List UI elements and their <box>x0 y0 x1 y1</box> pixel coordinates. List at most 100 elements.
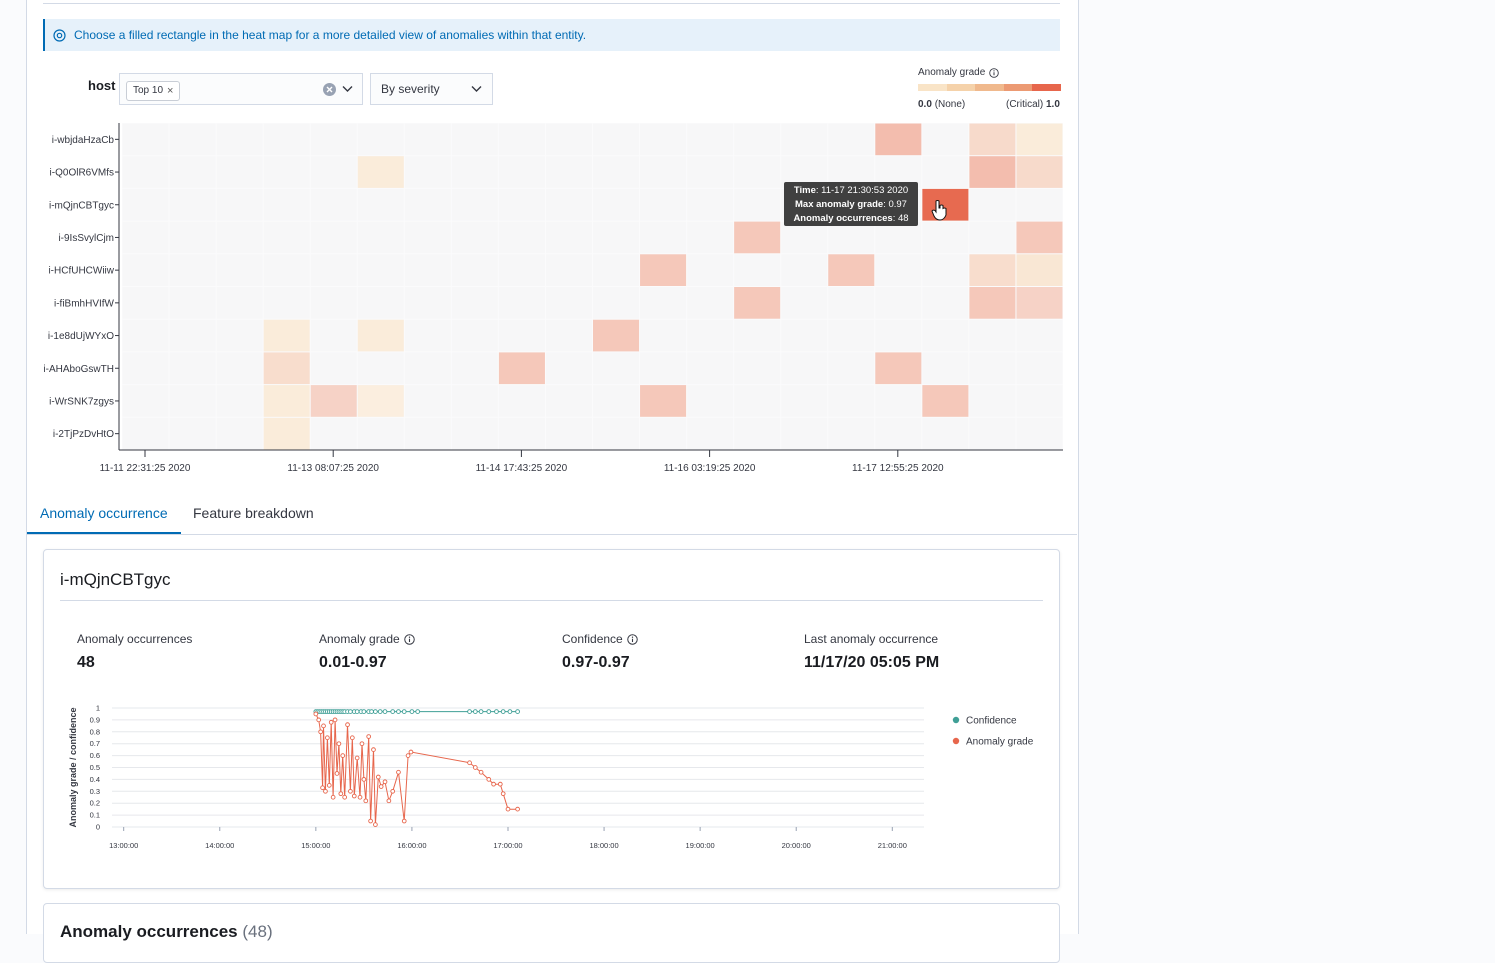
data-point <box>318 729 323 735</box>
host-label[interactable]: i-WrSNK7zgys <box>49 396 114 407</box>
heatmap-empty-cell <box>593 221 640 254</box>
heatmap-cell[interactable] <box>498 352 545 385</box>
stat-anomaly-occurrences: Anomaly occurrences 48 <box>77 632 192 672</box>
time-tick-label: 11-16 03:19:25 2020 <box>664 463 756 474</box>
heatmap-cell[interactable] <box>1016 254 1063 286</box>
data-point <box>325 735 330 741</box>
heatmap-empty-cell <box>545 287 592 319</box>
heatmap-cell[interactable] <box>875 352 922 385</box>
heatmap-cell[interactable] <box>263 385 310 417</box>
host-label[interactable]: i-wbjdaHzaCb <box>52 135 115 146</box>
host-label[interactable]: i-mQjnCBTgyc <box>49 200 114 211</box>
host-label[interactable]: i-9IsSvylCjm <box>58 233 114 244</box>
heatmap-empty-cell <box>640 221 687 254</box>
heatmap-empty-cell <box>687 352 734 385</box>
heatmap-cell[interactable] <box>969 254 1016 286</box>
heatmap-empty-cell <box>734 352 781 385</box>
heatmap-empty-cell <box>451 123 498 156</box>
heatmap-empty-cell <box>263 156 310 188</box>
data-point <box>401 709 407 714</box>
heatmap-empty-cell <box>169 417 216 450</box>
heatmap-empty-cell <box>404 123 451 156</box>
host-label[interactable]: i-1e8dUjWYxO <box>48 331 114 342</box>
heatmap-cell[interactable] <box>263 352 310 385</box>
heatmap-cell[interactable] <box>593 319 640 352</box>
heatmap-cell[interactable] <box>969 156 1016 188</box>
heatmap-cell[interactable] <box>357 319 404 352</box>
host-label[interactable]: i-AHAboGswTH <box>43 364 114 375</box>
heatmap-cell[interactable] <box>640 385 687 417</box>
tab-anomaly-occurrence[interactable]: Anomaly occurrence <box>27 500 181 534</box>
y-tick-label: 0.5 <box>90 763 100 772</box>
host-label[interactable]: i-2TjPzDvHtO <box>53 429 114 440</box>
data-point <box>323 788 328 794</box>
x-tick-label: 13:00:00 <box>109 841 138 850</box>
info-icon[interactable] <box>403 633 415 645</box>
heatmap-empty-cell <box>122 188 169 221</box>
tab-feature-breakdown[interactable]: Feature breakdown <box>180 500 327 534</box>
y-tick-label: 0.2 <box>90 799 100 808</box>
heatmap-cell[interactable] <box>640 254 687 286</box>
heatmap-empty-cell <box>216 221 263 254</box>
host-label[interactable]: i-Q0OlR6VMfs <box>50 168 114 179</box>
heatmap-empty-cell <box>593 156 640 188</box>
data-point <box>478 709 484 714</box>
heatmap-cell[interactable] <box>828 254 875 286</box>
x-tick-label: 15:00:00 <box>301 841 330 850</box>
heatmap-empty-cell <box>498 319 545 352</box>
heatmap-empty-cell <box>451 319 498 352</box>
heatmap-empty-cell <box>310 123 357 156</box>
data-point <box>363 798 369 804</box>
data-point <box>409 709 415 714</box>
heatmap-cell[interactable] <box>357 156 404 188</box>
heatmap-tooltip: Time: 11-17 21:30:53 2020 Max anomaly gra… <box>784 182 918 226</box>
data-point <box>386 798 392 804</box>
heatmap-empty-cell <box>122 352 169 385</box>
data-point <box>349 735 355 741</box>
time-tick-label: 11-13 08:07:25 2020 <box>287 463 379 474</box>
data-point <box>401 818 407 824</box>
data-point <box>500 791 506 797</box>
heatmap-empty-cell <box>687 287 734 319</box>
data-point <box>396 769 401 775</box>
heatmap-cell[interactable] <box>263 319 310 352</box>
data-point <box>396 709 401 714</box>
heatmap-empty-cell <box>922 319 969 352</box>
heatmap-empty-cell <box>781 385 828 417</box>
heatmap-cell[interactable] <box>263 417 310 450</box>
heatmap-empty-cell <box>451 156 498 188</box>
heatmap-empty-cell <box>828 352 875 385</box>
heatmap-cell[interactable] <box>1016 221 1063 254</box>
heatmap-empty-cell <box>498 254 545 286</box>
data-point <box>316 717 322 723</box>
heatmap-cell[interactable] <box>357 385 404 417</box>
legend-label: Confidence <box>966 716 1017 727</box>
data-point <box>368 818 373 824</box>
heatmap-cell[interactable] <box>875 123 922 156</box>
heatmap-cell[interactable] <box>1016 123 1063 156</box>
heatmap-empty-cell <box>404 254 451 286</box>
heatmap-cell[interactable] <box>1016 287 1063 319</box>
data-point <box>390 709 396 714</box>
heatmap-cell[interactable] <box>969 287 1016 319</box>
host-label[interactable]: i-fiBmhHVIfW <box>54 298 115 309</box>
heatmap-empty-cell <box>781 254 828 286</box>
tooltip-key: Anomaly occurrences <box>793 213 892 224</box>
data-point <box>336 741 342 747</box>
data-point <box>478 769 484 775</box>
heatmap-cell[interactable] <box>969 123 1016 156</box>
heatmap-cell[interactable] <box>922 385 969 417</box>
heatmap-cell[interactable] <box>310 385 357 417</box>
heatmap-empty-cell <box>122 287 169 319</box>
x-tick-label: 17:00:00 <box>493 841 522 850</box>
heatmap-cell[interactable] <box>734 221 781 254</box>
heatmap-cell[interactable] <box>1016 156 1063 188</box>
anomaly-heatmap[interactable]: i-wbjdaHzaCb i-Q0OlR6VMfs i-mQjnCBTgyc i-9I… <box>0 0 1080 490</box>
host-label[interactable]: i-HCfUHCWiiw <box>48 266 114 277</box>
heatmap-empty-cell <box>640 417 687 450</box>
info-icon[interactable] <box>626 633 638 645</box>
data-point <box>415 709 421 714</box>
heatmap-empty-cell <box>498 156 545 188</box>
heatmap-empty-cell <box>451 287 498 319</box>
heatmap-cell[interactable] <box>734 287 781 319</box>
